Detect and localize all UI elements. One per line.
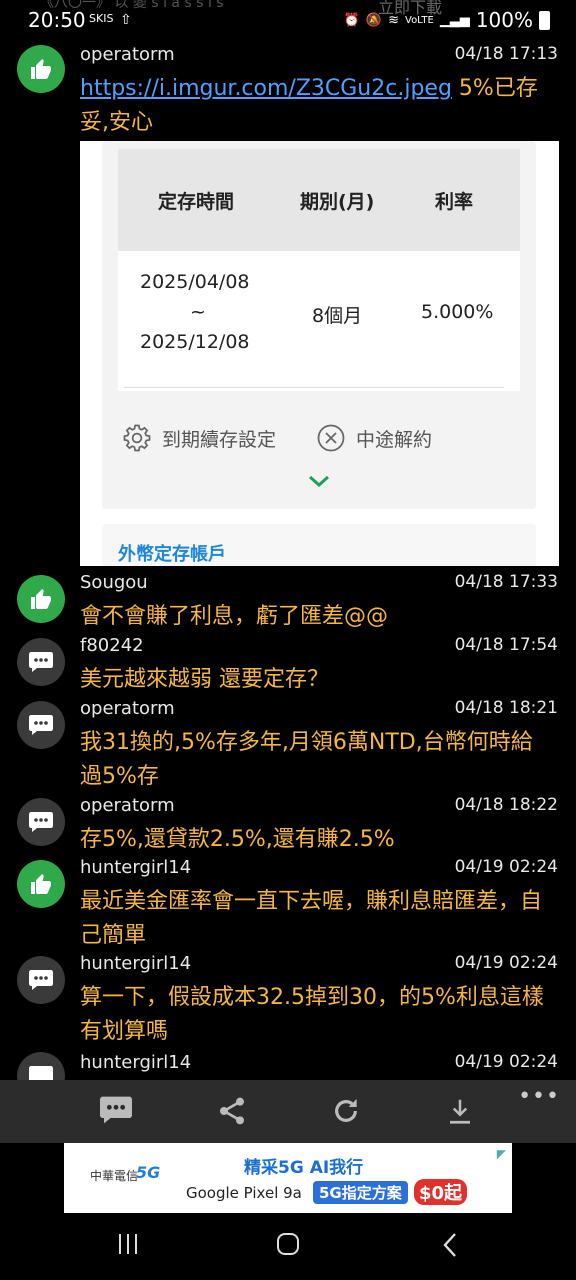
chevron-down-icon[interactable]: [307, 473, 331, 489]
ad-info-icon[interactable]: ◤: [497, 1147, 506, 1161]
comment-icon: [17, 638, 65, 686]
more-options-icon[interactable]: •••: [518, 1084, 560, 1109]
comment-icon: [17, 956, 65, 1004]
comment-username[interactable]: f80242: [80, 635, 144, 656]
thumbs-up-icon: [17, 575, 65, 623]
comment-timestamp: 04/19 02:24: [454, 953, 558, 973]
comment-icon: [17, 798, 65, 846]
share-icon[interactable]: [216, 1094, 248, 1128]
ad-slogan: 精采5G AI我行: [244, 1158, 364, 1178]
comment-timestamp: 04/19 02:24: [454, 857, 558, 877]
date-range-tilde: ~: [190, 301, 206, 323]
comment-username[interactable]: operatorm: [80, 44, 175, 65]
carrier-icon: SKIS: [89, 12, 114, 25]
image-link[interactable]: https://i.imgur.com/Z3CGu2c.jpeg: [80, 76, 452, 101]
renew-setting-button[interactable]: 到期續存設定: [122, 423, 276, 453]
battery-percent: 100%: [475, 8, 533, 32]
comment-timestamp: 04/18 17:13: [454, 44, 558, 64]
comment-text: https://i.imgur.com/Z3CGu2c.jpeg 5%已存妥,安…: [80, 76, 538, 135]
mute-icon: 🔕: [365, 12, 383, 28]
thumbs-up-icon: [17, 45, 65, 93]
renew-label: 到期續存設定: [162, 428, 277, 451]
comment-text: 算一下，假設成本32.5掉到30，的5%利息這樣有划算嗎: [80, 985, 544, 1044]
foreign-deposit-card: 外幣定存帳戶: [102, 524, 536, 566]
status-icons: ⏰ 🔕 ≋ VoLTE ▁▃▅ 100%: [344, 8, 550, 32]
recent-apps-icon[interactable]: [116, 1231, 140, 1257]
divider: [124, 387, 504, 388]
reply-comment-button[interactable]: [98, 1094, 134, 1126]
comment-timestamp: 04/18 17:54: [454, 635, 558, 655]
status-bar: 《八〇一》 以 變 s l a s s i s 立即下載 20:50 SKIS …: [0, 0, 576, 34]
alarm-icon: ⏰: [343, 12, 360, 28]
ad-brand: 中華電信: [90, 1169, 139, 1183]
comment-feed[interactable]: operatorm 04/18 17:13 https://i.imgur.co…: [0, 36, 576, 1080]
cancel-label: 中途解約: [356, 428, 433, 451]
period-value: 8個月: [312, 305, 363, 327]
card-title: 外幣定存帳戶: [118, 544, 226, 565]
comment-text: 最近美金匯率會一直下去喔，賺利息賠匯差，自己簡單: [80, 889, 543, 948]
volte-icon: VoLTE: [405, 14, 434, 26]
wifi-icon: ≋: [388, 12, 399, 28]
comment-text: 存5%,還貸款2.5%,還有賺2.5%: [80, 827, 395, 852]
gear-icon: [123, 424, 151, 452]
comment-timestamp: 04/18 18:21: [454, 698, 558, 718]
embedded-image[interactable]: 定存時間 期別(月) 利率 2025/04/08 ~ 2025/12/08 8個…: [80, 141, 559, 566]
comment-username[interactable]: huntergirl14: [80, 857, 191, 878]
comment-username[interactable]: operatorm: [80, 698, 175, 719]
deposit-card: 定存時間 期別(月) 利率 2025/04/08 ~ 2025/12/08 8個…: [102, 141, 536, 509]
ad-5g-logo: 5G: [136, 1163, 161, 1182]
comment-icon: [17, 701, 65, 749]
column-header: 期別(月): [300, 191, 375, 213]
start-date: 2025/04/08: [140, 271, 250, 293]
table-row: 2025/04/08 ~ 2025/12/08 8個月 5.000%: [118, 251, 520, 391]
table-header: 定存時間 期別(月) 利率: [118, 149, 520, 251]
ad-banner[interactable]: 中華電信 5G 精采5G AI我行 Google Pixel 9a 5G指定方案…: [64, 1143, 512, 1213]
comment-text: 我31換的,5%存多年,月領6萬NTD,台幣何時給過5%存: [80, 730, 533, 789]
rate-value: 5.000%: [421, 301, 494, 323]
back-icon[interactable]: [440, 1231, 460, 1259]
home-icon[interactable]: [275, 1231, 301, 1257]
comment-username[interactable]: Sougou: [80, 572, 148, 593]
column-header: 利率: [435, 191, 474, 213]
column-header: 定存時間: [158, 191, 235, 213]
battery-icon: [539, 10, 550, 30]
signal-icon: ▁▃▅: [439, 12, 470, 28]
comment-username[interactable]: huntergirl14: [80, 953, 191, 974]
comment-timestamp: 04/18 18:22: [454, 795, 558, 815]
ad-plan: 5G指定方案: [313, 1181, 408, 1204]
system-nav-bar: [0, 1213, 576, 1280]
clock: 20:50: [28, 8, 86, 32]
card-actions: 到期續存設定 中途解約: [102, 403, 536, 509]
comment-username[interactable]: operatorm: [80, 795, 175, 816]
comment-username[interactable]: huntergirl14: [80, 1052, 191, 1073]
ad-product: Google Pixel 9a: [186, 1184, 302, 1202]
ad-price: $0起: [414, 1179, 468, 1205]
comment-text: 會不會賺了利息，虧了匯差@@: [80, 604, 389, 629]
comment-timestamp: 04/18 17:33: [454, 572, 558, 592]
end-date: 2025/12/08: [140, 331, 250, 353]
early-cancel-button[interactable]: 中途解約: [316, 423, 432, 453]
comment-icon: [17, 1052, 65, 1080]
comment-timestamp: 04/19 02:24: [454, 1052, 558, 1072]
thumbs-up-icon: [17, 860, 65, 908]
download-icon[interactable]: [445, 1094, 475, 1128]
close-circle-icon: [317, 424, 345, 452]
bottom-toolbar: •••: [0, 1080, 576, 1143]
comment-text: 美元越來越弱 還要定存？: [80, 667, 329, 692]
upload-icon: ⇧: [120, 12, 132, 28]
refresh-icon[interactable]: [330, 1094, 362, 1128]
